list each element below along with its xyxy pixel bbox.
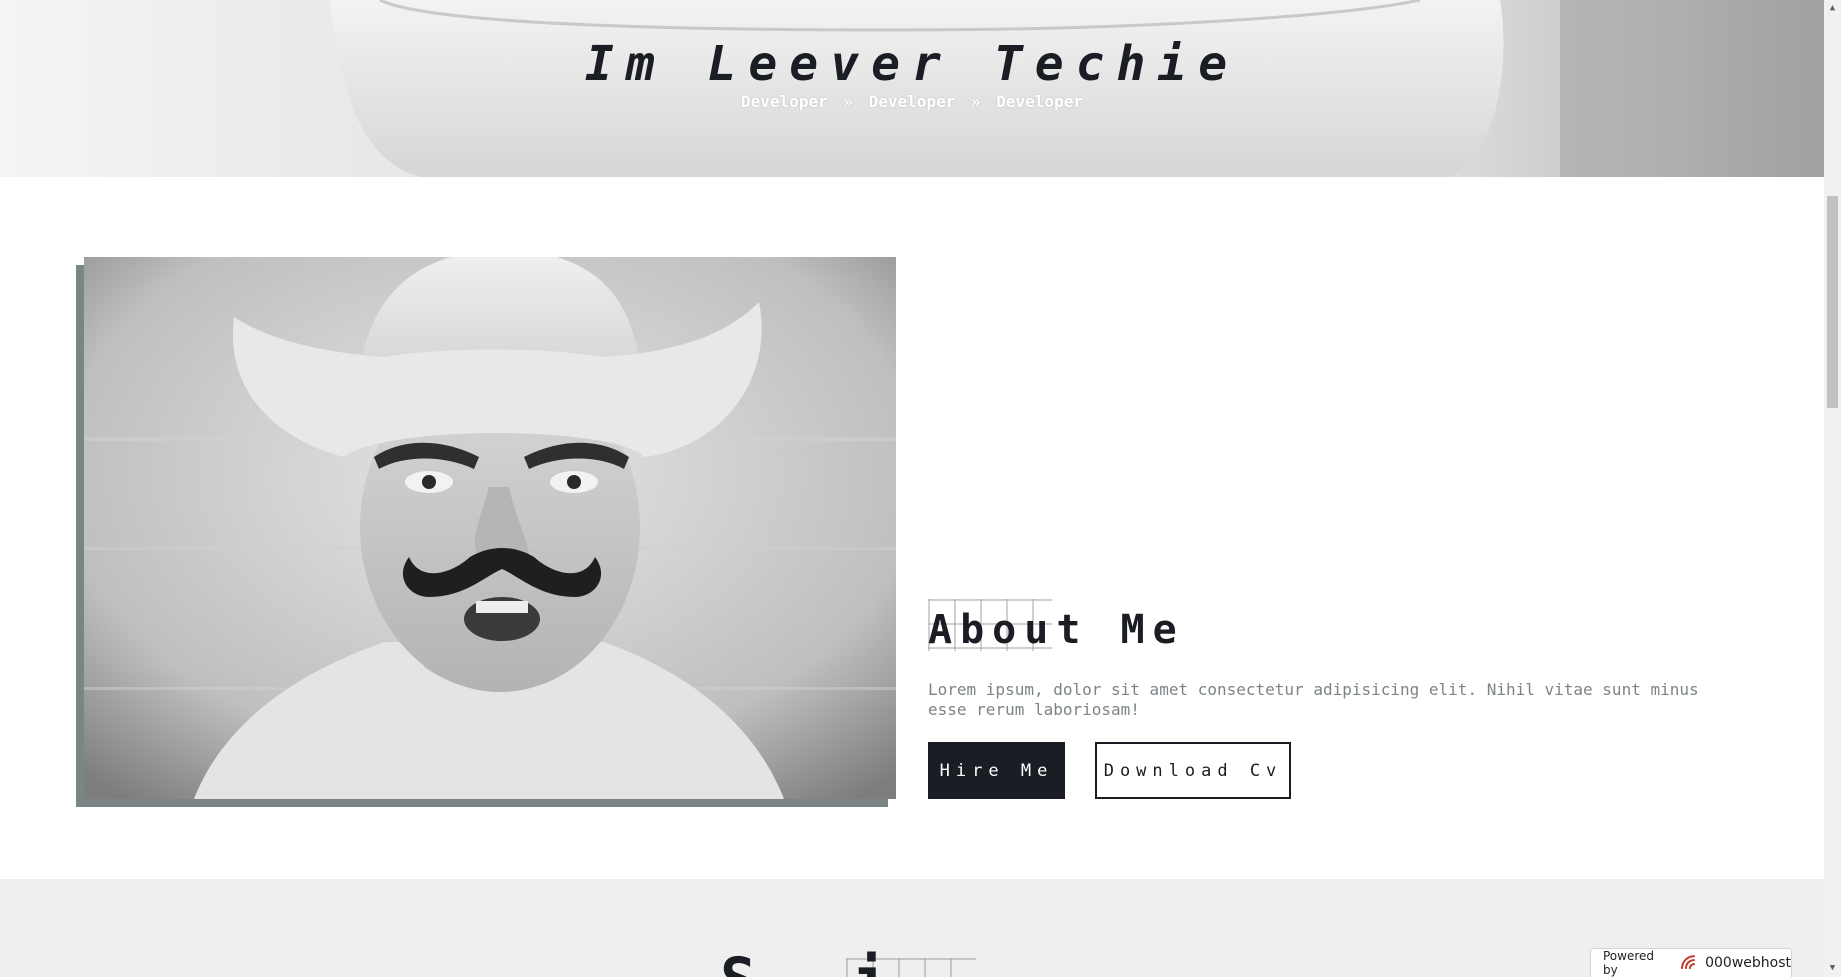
scroll-down-arrow-icon[interactable]: ▼ — [1824, 960, 1841, 977]
page-title: Im Leever Techie — [584, 36, 1240, 92]
about-photo — [84, 257, 896, 799]
breadcrumb-item[interactable]: Developer — [869, 92, 956, 111]
webhost-logo-icon — [1681, 955, 1696, 969]
scroll-up-arrow-icon[interactable]: ▲ — [1824, 0, 1841, 17]
about-section: About Me Lorem ipsum, dolor sit amet con… — [0, 177, 1824, 879]
about-description: Lorem ipsum, dolor sit amet consectetur … — [928, 680, 1699, 719]
powered-by-brand: 000webhost — [1705, 955, 1791, 971]
breadcrumb-item[interactable]: Developer — [741, 92, 828, 111]
next-section-title: S i — [720, 950, 918, 977]
powered-by-badge[interactable]: Powered by 000webhost — [1590, 948, 1792, 977]
download-cv-button[interactable]: Download Cv — [1095, 742, 1291, 799]
breadcrumb-item[interactable]: Developer — [996, 92, 1083, 111]
hero-banner: Im Leever Techie Developer » Developer »… — [0, 0, 1824, 177]
hire-me-button[interactable]: Hire Me — [928, 742, 1065, 799]
scrollbar-thumb[interactable] — [1827, 196, 1838, 408]
about-heading: About Me — [928, 599, 1185, 653]
portrait-illustration — [84, 257, 896, 799]
breadcrumb-separator-icon: » — [843, 92, 853, 111]
about-title: About Me — [928, 607, 1185, 653]
page-scrollbar[interactable]: ▲ ▼ — [1824, 0, 1841, 977]
breadcrumb: Developer » Developer » Developer — [0, 92, 1824, 111]
breadcrumb-separator-icon: » — [970, 92, 981, 111]
powered-by-label: Powered by — [1603, 949, 1655, 977]
